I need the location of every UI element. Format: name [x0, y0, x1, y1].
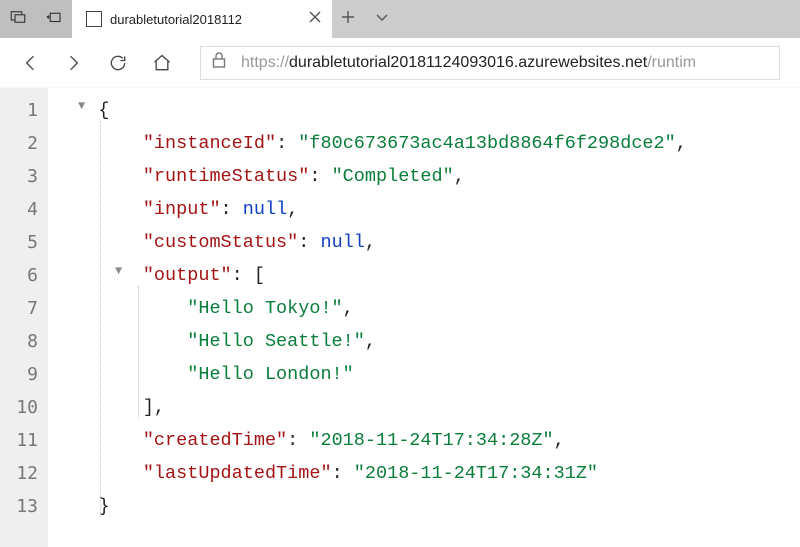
line-number: 3	[0, 160, 48, 193]
code-line: ],	[54, 391, 687, 424]
line-number: 1	[0, 94, 48, 127]
indent-guide	[100, 121, 101, 517]
line-number: 5	[0, 226, 48, 259]
code-line: "input": null,	[54, 193, 687, 226]
code-line: {	[54, 94, 687, 127]
active-tab[interactable]: durabletutorial2018112	[72, 0, 332, 38]
line-number: 7	[0, 292, 48, 325]
code-line: "Hello London!"	[54, 358, 687, 391]
line-number: 9	[0, 358, 48, 391]
window-buttons	[0, 0, 72, 38]
fold-toggle-icon[interactable]: ▼	[78, 99, 85, 113]
json-viewer: 1 2 3 4 5 6 7 8 9 10 11 12 13 ▼ ▼ { "ins…	[0, 88, 800, 547]
address-bar[interactable]: https://durabletutorial20181124093016.az…	[200, 46, 780, 80]
line-number: 12	[0, 457, 48, 490]
line-number: 4	[0, 193, 48, 226]
code-line: "output": [	[54, 259, 687, 292]
line-number: 6	[0, 259, 48, 292]
home-button[interactable]	[152, 53, 172, 73]
line-number: 13	[0, 490, 48, 523]
line-number: 11	[0, 424, 48, 457]
line-number: 10	[0, 391, 48, 424]
code-line: "createdTime": "2018-11-24T17:34:28Z",	[54, 424, 687, 457]
forward-button[interactable]	[64, 53, 84, 73]
code-line: "instanceId": "f80c673673ac4a13bd8864f6f…	[54, 127, 687, 160]
tab-title: durabletutorial2018112	[110, 12, 298, 27]
indent-guide	[138, 286, 139, 418]
lock-icon	[211, 51, 227, 74]
code-line: "runtimeStatus": "Completed",	[54, 160, 687, 193]
fold-toggle-icon[interactable]: ▼	[115, 264, 122, 278]
url-text: https://durabletutorial20181124093016.az…	[241, 54, 696, 72]
tab-menu-icon[interactable]	[374, 9, 390, 30]
close-tab-icon[interactable]	[308, 10, 322, 29]
refresh-button[interactable]	[108, 53, 128, 73]
restore-tabs-icon[interactable]	[45, 8, 63, 31]
code-line: }	[54, 490, 687, 523]
code-line: "Hello Seattle!",	[54, 325, 687, 358]
set-aside-tabs-icon[interactable]	[9, 8, 27, 31]
page-favicon-icon	[86, 11, 102, 27]
line-number-gutter: 1 2 3 4 5 6 7 8 9 10 11 12 13	[0, 88, 48, 547]
code-line: "Hello Tokyo!",	[54, 292, 687, 325]
code-area[interactable]: ▼ ▼ { "instanceId": "f80c673673ac4a13bd8…	[48, 88, 687, 547]
line-number: 8	[0, 325, 48, 358]
new-tab-icon[interactable]	[340, 9, 356, 30]
tab-actions	[332, 0, 390, 38]
tab-bar: durabletutorial2018112	[0, 0, 800, 38]
back-button[interactable]	[20, 53, 40, 73]
line-number: 2	[0, 127, 48, 160]
nav-bar: https://durabletutorial20181124093016.az…	[0, 38, 800, 88]
code-line: "customStatus": null,	[54, 226, 687, 259]
code-line: "lastUpdatedTime": "2018-11-24T17:34:31Z…	[54, 457, 687, 490]
